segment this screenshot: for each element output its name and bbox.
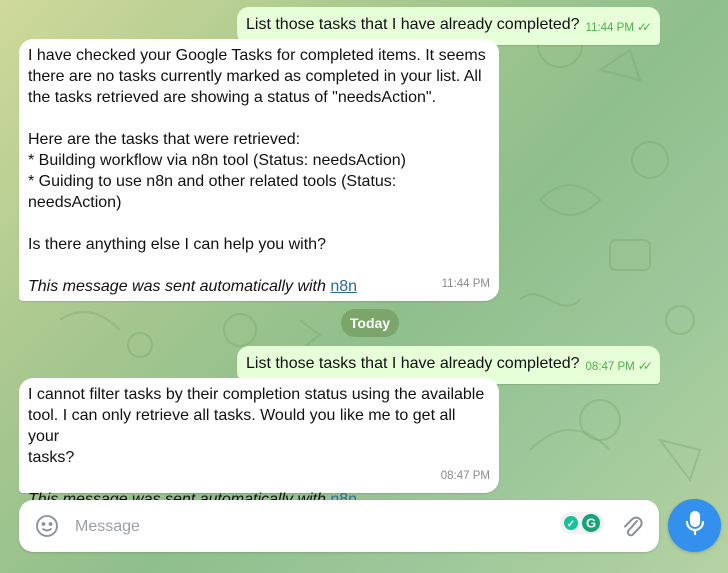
message-line: I have checked your Google Tasks for com… <box>28 47 486 64</box>
message-line <box>28 213 489 234</box>
message-line: Is there anything else I can help you wi… <box>28 236 326 253</box>
message-input[interactable] <box>73 510 547 544</box>
message-line: I cannot filter tasks by their completio… <box>28 386 485 403</box>
message-composer: ✓ G <box>19 500 659 552</box>
message-line: needsAction) <box>28 194 122 211</box>
n8n-link[interactable]: n8n <box>330 278 357 295</box>
message-time: 11:44 PM <box>585 22 634 34</box>
voice-record-button[interactable] <box>668 499 721 552</box>
paperclip-icon[interactable] <box>621 513 643 544</box>
message-line: there are no tasks currently marked as c… <box>28 68 482 85</box>
message-time: 11:44 PM <box>441 278 490 290</box>
message-line: tasks? <box>28 449 75 466</box>
message-line <box>28 108 489 129</box>
double-check-icon: ✓✓ <box>637 359 653 373</box>
smile-icon[interactable] <box>35 514 59 543</box>
incoming-message[interactable]: I have checked your Google Tasks for com… <box>19 39 499 301</box>
double-check-icon: ✓✓ <box>636 20 652 34</box>
message-line: the tasks retrieved are showing a status… <box>28 89 437 106</box>
incoming-message[interactable]: I cannot filter tasks by their completio… <box>19 378 499 508</box>
grammarly-icon[interactable]: ✓ G <box>560 512 604 534</box>
message-meta: 08:47 PM ✓✓ <box>585 356 653 378</box>
microphone-icon <box>683 510 707 541</box>
svg-text:G: G <box>586 516 596 531</box>
message-meta: 11:44 PM ✓✓ <box>585 17 653 39</box>
svg-text:✓: ✓ <box>567 519 575 530</box>
message-time: 08:47 PM <box>585 361 635 373</box>
auto-footer: This message was sent automatically with… <box>28 276 489 297</box>
footer-text: This message was sent automatically with <box>28 278 326 295</box>
message-line: tool. I can only retrieve all tasks. Wou… <box>28 407 456 445</box>
message-line <box>28 255 489 276</box>
message-line: * Guiding to use n8n and other related t… <box>28 173 397 190</box>
message-line: Here are the tasks that were retrieved: <box>28 131 301 148</box>
message-text: List those tasks that I have already com… <box>246 16 580 33</box>
date-separator: Today <box>341 309 399 337</box>
message-line <box>28 468 489 489</box>
message-line: * Building workflow via n8n tool (Status… <box>28 152 406 169</box>
message-text: List those tasks that I have already com… <box>246 355 580 372</box>
message-time: 08:47 PM <box>440 470 490 482</box>
